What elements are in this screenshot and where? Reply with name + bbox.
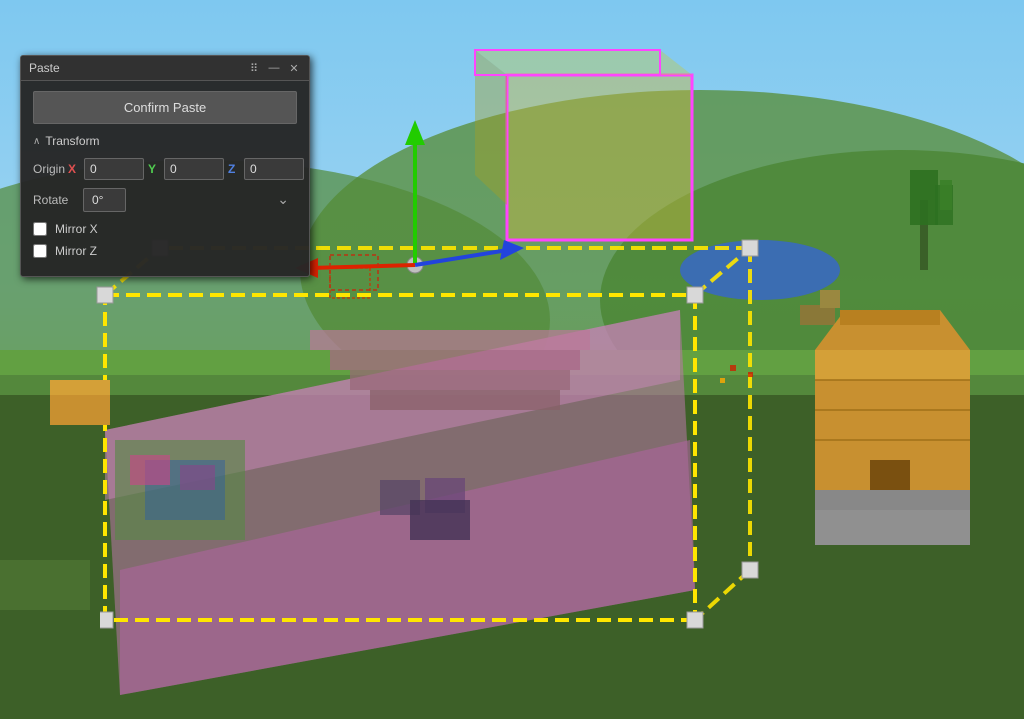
panel-body: Confirm Paste ∧ Transform Origin X Y Z R…: [21, 81, 309, 276]
minimize-button[interactable]: —: [267, 61, 281, 75]
confirm-paste-button[interactable]: Confirm Paste: [33, 91, 297, 124]
transform-chevron-icon: ∧: [33, 136, 40, 147]
mirror-x-label: Mirror X: [55, 222, 98, 236]
rotate-label: Rotate: [33, 193, 83, 207]
mirror-x-checkbox[interactable]: [33, 222, 47, 236]
transform-label: Transform: [45, 134, 99, 148]
y-coord-input[interactable]: [164, 158, 224, 180]
mirror-x-row: Mirror X: [33, 222, 297, 236]
mirror-z-row: Mirror Z: [33, 244, 297, 258]
rotate-wrapper: 0° 90° 180° 270°: [83, 188, 297, 212]
panel-controls: ⠿ — ✕: [247, 61, 301, 75]
x-coord-input[interactable]: [84, 158, 144, 180]
rotate-row: Rotate 0° 90° 180° 270°: [33, 188, 297, 212]
paste-panel: Paste ⠿ — ✕ Confirm Paste ∧ Transform Or…: [20, 55, 310, 277]
transform-section-header: ∧ Transform: [33, 134, 297, 148]
y-coord-label: Y: [148, 162, 160, 176]
grip-icon: ⠿: [247, 61, 261, 75]
x-coord-label: X: [68, 162, 80, 176]
rotate-select[interactable]: 0° 90° 180° 270°: [83, 188, 126, 212]
origin-row: Origin X Y Z: [33, 158, 297, 180]
panel-title: Paste: [29, 61, 60, 75]
z-coord-label: Z: [228, 162, 240, 176]
coord-group: X Y Z: [68, 158, 304, 180]
panel-titlebar[interactable]: Paste ⠿ — ✕: [21, 56, 309, 81]
z-coord-input[interactable]: [244, 158, 304, 180]
mirror-z-checkbox[interactable]: [33, 244, 47, 258]
close-button[interactable]: ✕: [287, 61, 301, 75]
mirror-z-label: Mirror Z: [55, 244, 97, 258]
origin-label: Origin: [33, 162, 68, 176]
